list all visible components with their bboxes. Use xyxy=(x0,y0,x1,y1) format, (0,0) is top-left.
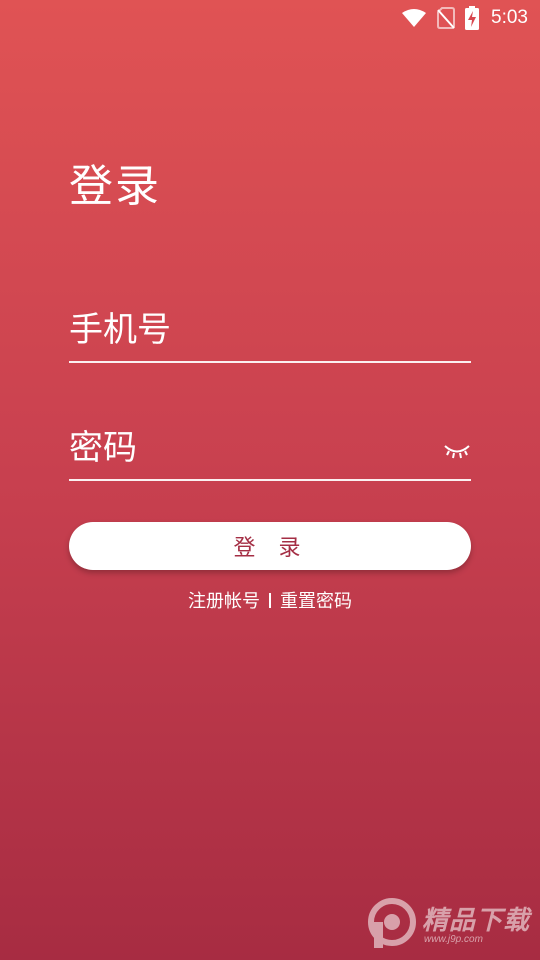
no-sim-icon xyxy=(437,7,456,29)
watermark-url: www.j9p.com xyxy=(424,934,483,945)
battery-charging-icon xyxy=(465,6,480,30)
status-time: 5:03 xyxy=(491,7,528,28)
status-bar: 5:03 xyxy=(0,0,540,36)
phone-field xyxy=(69,291,471,363)
page-title: 登录 xyxy=(69,161,161,212)
status-icons: 5:03 xyxy=(401,6,528,30)
register-link[interactable]: 注册帐号 xyxy=(188,587,260,613)
reset-password-link[interactable]: 重置密码 xyxy=(280,587,352,613)
watermark-logo-icon xyxy=(366,898,418,950)
login-screen: 5:03 登录 登 录 注册帐号 重置密码 xyxy=(0,0,540,960)
link-divider xyxy=(269,592,271,608)
login-button[interactable]: 登 录 xyxy=(69,522,471,570)
account-links: 注册帐号 重置密码 xyxy=(0,586,540,614)
phone-input[interactable] xyxy=(69,307,429,353)
wifi-icon xyxy=(401,8,427,28)
watermark-brand: 精品下载 xyxy=(422,906,531,936)
eye-closed-icon[interactable] xyxy=(443,441,471,461)
password-field xyxy=(69,409,471,481)
watermark: 精品下载 www.j9p.com xyxy=(366,894,536,954)
password-input[interactable] xyxy=(69,425,429,471)
